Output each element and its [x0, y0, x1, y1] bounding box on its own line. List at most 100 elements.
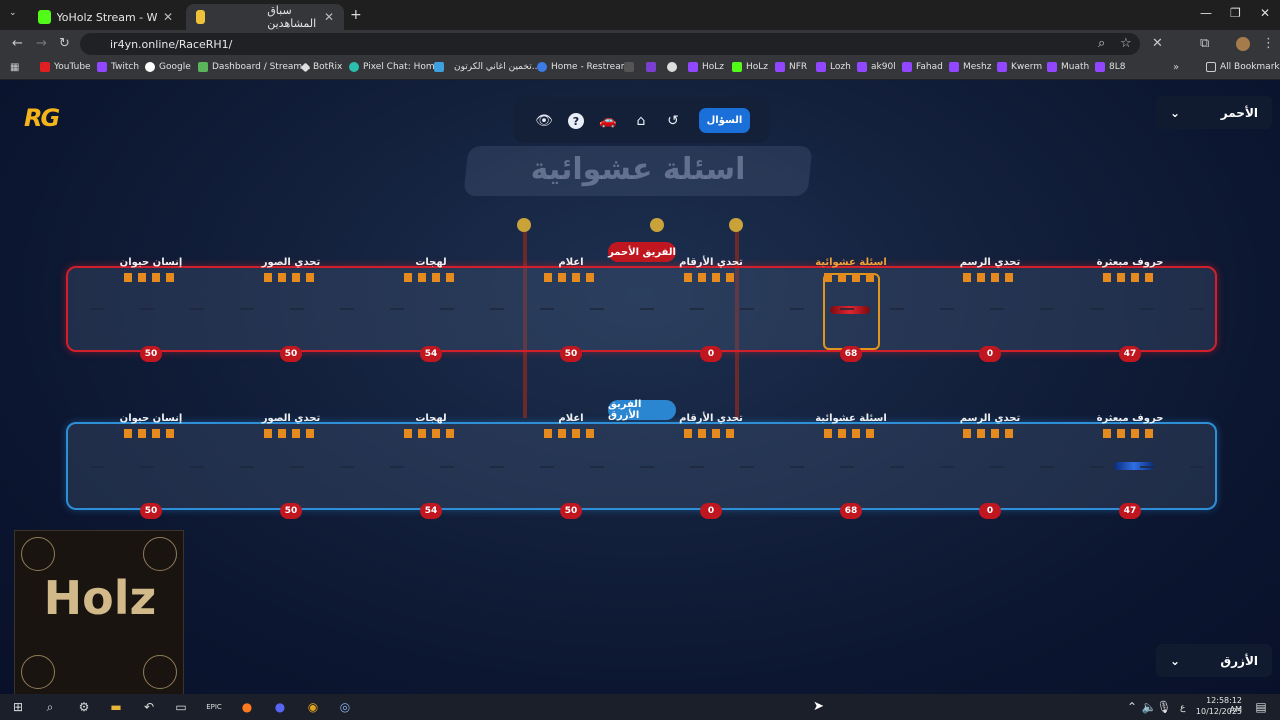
bookmark-google[interactable]: Google	[145, 62, 191, 72]
chrome-icon[interactable]: ◉	[305, 699, 321, 715]
cartoon-icon	[434, 62, 444, 72]
input-language[interactable]: ع	[1180, 703, 1185, 713]
steam-icon[interactable]: ◎	[337, 699, 353, 715]
app-icon[interactable]: ↶	[141, 699, 157, 715]
discord-icon[interactable]: ●	[272, 699, 288, 715]
mic-icon[interactable]: 🎙	[1156, 699, 1172, 715]
lane-dash	[440, 308, 454, 310]
reload-icon[interactable]: ↻	[59, 36, 70, 51]
close-tab-icon[interactable]: ✕	[163, 10, 173, 24]
bookmark-nfr[interactable]: NFR	[775, 62, 807, 72]
reset-icon[interactable]: ↺	[661, 109, 685, 133]
bookmark-8l8[interactable]: 8L8	[1095, 62, 1125, 72]
settings-icon[interactable]: ⚙	[76, 699, 92, 715]
race-stage: RG 👁 ? 🚗 ⌂ ↺ السؤال اسئلة عشوائية ⌄ الأح…	[0, 80, 1280, 694]
bookmark-muath[interactable]: Muath	[1047, 62, 1089, 72]
bookmark-restream[interactable]: Home - Restream	[537, 62, 629, 72]
back-icon[interactable]: ←	[12, 36, 23, 51]
lane-dash	[890, 308, 904, 310]
bookmark-youtube[interactable]: YouTube	[40, 62, 91, 72]
red-team-dropdown[interactable]: ⌄ الأحمر	[1156, 96, 1272, 129]
blue-team-tag: الفريق الأزرق	[608, 399, 676, 421]
bookmark-dashboard[interactable]: Dashboard / Stream...	[198, 62, 311, 72]
notification-icon[interactable]: ▤	[1253, 699, 1269, 715]
firefox-icon[interactable]: ●	[239, 699, 255, 715]
bookmark-pixelchat[interactable]: Pixel Chat: Home	[349, 62, 440, 72]
bookmark-star-icon[interactable]: ☆	[1120, 36, 1132, 51]
bookmark-extra-3[interactable]	[667, 62, 677, 72]
twitch-icon	[775, 62, 785, 72]
bookmark-meshz[interactable]: Meshz	[949, 62, 991, 72]
bookmark-lozh[interactable]: Lozh	[816, 62, 851, 72]
mute-icon[interactable]: ✕	[1152, 36, 1163, 51]
close-tab-icon[interactable]: ✕	[324, 10, 334, 24]
game-toolbar: 👁 ? 🚗 ⌂ ↺ السؤال	[513, 97, 770, 143]
help-icon[interactable]: ?	[564, 109, 588, 133]
new-tab-button[interactable]: +	[350, 7, 362, 23]
lamp-icon	[729, 218, 743, 232]
windows-start-icon[interactable]: ⊞	[10, 699, 26, 715]
tab-yoholz[interactable]: YoHolz Stream - Watch Live on ✕	[28, 4, 183, 30]
lane-dash	[1140, 466, 1154, 468]
home-icon[interactable]: ⌂	[629, 109, 653, 133]
minimize-icon[interactable]: —	[1200, 6, 1212, 20]
lane-dash	[740, 466, 754, 468]
lane-dash	[340, 308, 354, 310]
blue-team-dropdown[interactable]: ⌄ الأزرق	[1156, 644, 1272, 677]
volume-icon[interactable]: 🔈	[1141, 699, 1157, 715]
checkpoint-stripes	[124, 273, 178, 282]
lamp-icon	[650, 218, 664, 232]
bookmark-icon	[624, 62, 634, 72]
eye-icon[interactable]: 👁	[532, 109, 556, 133]
lane-dash	[90, 466, 104, 468]
lane-dash	[890, 466, 904, 468]
checkpoint-stripes	[684, 273, 738, 282]
bookmark-ak90l[interactable]: ak90l	[857, 62, 896, 72]
forward-icon[interactable]: →	[36, 36, 47, 51]
category-label: لهجات	[415, 257, 447, 268]
app-icon[interactable]: ▭	[173, 699, 189, 715]
question-button[interactable]: السؤال	[699, 108, 750, 133]
apps-icon[interactable]: ▦	[10, 62, 19, 73]
lane-dash	[140, 466, 154, 468]
category-score: 0	[979, 346, 1001, 362]
pixelchat-icon	[349, 62, 359, 72]
restore-icon[interactable]: ❐	[1230, 6, 1241, 20]
clock-date[interactable]: 10/12/2025	[1192, 707, 1242, 716]
bookmark-fahad[interactable]: Fahad	[902, 62, 943, 72]
bookmark-holz-1[interactable]: HoLz	[688, 62, 724, 72]
kick-icon	[732, 62, 742, 72]
bookmark-botrix[interactable]: BotRix	[300, 62, 342, 72]
search-icon[interactable]: ⌕	[42, 699, 58, 715]
bookmark-cartoon[interactable]: تخمين اغاني الكرتون...	[434, 62, 540, 72]
twitch-icon	[997, 62, 1007, 72]
lane-dash	[290, 308, 304, 310]
all-bookmarks[interactable]: All Bookmarks	[1206, 62, 1280, 72]
bookmark-extra-2[interactable]	[646, 62, 656, 72]
banner-title: اسئلة عشوائية	[530, 152, 746, 187]
epic-games-icon[interactable]: EPIC	[206, 699, 222, 715]
bookmark-twitch[interactable]: Twitch	[97, 62, 139, 72]
bookmark-kwerm[interactable]: Kwerm	[997, 62, 1042, 72]
checkpoint-stripes	[824, 273, 878, 282]
address-bar[interactable]: ir4yn.online/RaceRH1/	[80, 33, 1140, 55]
tab-search-icon[interactable]: ⌄	[9, 8, 17, 18]
more-bookmarks-icon[interactable]: »	[1173, 62, 1179, 73]
category-label: اعلام	[558, 257, 584, 268]
bookmark-holz-2[interactable]: HoLz	[732, 62, 768, 72]
folder-icon[interactable]: ▬	[108, 699, 124, 715]
tray-chevron-icon[interactable]: ⌃	[1124, 699, 1140, 715]
profile-avatar[interactable]	[1236, 37, 1250, 51]
category-label: تحدي الرسم	[959, 257, 1021, 268]
checkpoint-stripes	[264, 429, 318, 438]
tab-race[interactable]: سباق المشاهدين ✕	[186, 4, 344, 30]
category-score: 50	[140, 346, 162, 362]
bookmark-extra-1[interactable]	[624, 62, 634, 72]
zoom-icon[interactable]: ⌕	[1098, 36, 1105, 51]
twitch-icon	[902, 62, 912, 72]
extension-icon[interactable]: ⧉	[1200, 36, 1209, 51]
category-score: 68	[840, 346, 862, 362]
car-icon[interactable]: 🚗	[596, 109, 620, 133]
menu-icon[interactable]: ⋮	[1262, 36, 1275, 51]
close-window-icon[interactable]: ✕	[1260, 6, 1270, 20]
